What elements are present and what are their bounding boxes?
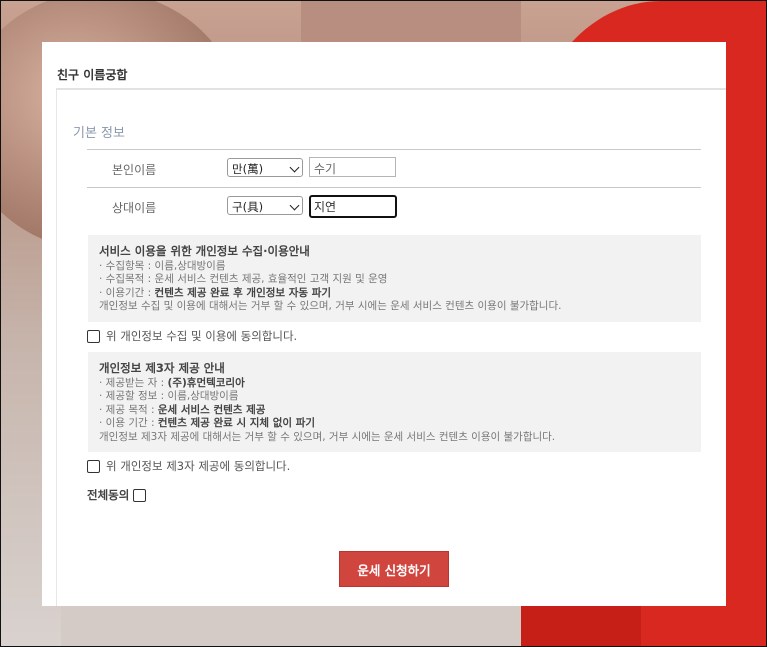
- agree-all-checkbox[interactable]: [133, 488, 147, 502]
- privacy-collection-refusal-notice: 개인정보 수집 및 이용에 대해서는 거부 할 수 있으며, 거부 시에는 운세…: [99, 300, 562, 312]
- third-party-info-line: · 제공할 정보 : 이름,상대방이름: [99, 390, 690, 404]
- privacy-purpose-value: 운세 서비스 컨텐츠 제공, 효율적인 고객 지원 및 운영: [154, 273, 388, 285]
- third-party-agree-row[interactable]: 위 개인정보 제3자 제공에 동의합니다.: [87, 458, 290, 474]
- privacy-purpose-label: · 수집목적 :: [99, 273, 155, 285]
- submit-fortune-button[interactable]: 운세 신청하기: [339, 551, 449, 587]
- privacy-period-label: · 이용기간 :: [99, 286, 155, 299]
- third-party-recipient-line: · 제공받는 자 : (주)휴먼텍코리아: [99, 377, 690, 391]
- self-surname-select[interactable]: 만(萬): [227, 158, 303, 177]
- third-party-recipient-label: · 제공받는 자 :: [99, 376, 168, 389]
- third-party-period-label: · 이용 기간 :: [99, 417, 158, 429]
- third-party-agree-label: 위 개인정보 제3자 제공에 동의합니다.: [106, 459, 291, 473]
- third-party-info-value: 이름,상대방이름: [167, 390, 239, 402]
- chevron-down-icon: [289, 162, 300, 173]
- partner-given-name-input[interactable]: 지연: [309, 195, 397, 218]
- privacy-collection-agree-checkbox[interactable]: [87, 329, 100, 343]
- background-frame: 친구 이름궁합 기본 정보 본인이름 만(萬) 수기 상대이름 구(具) 지연 …: [0, 0, 767, 647]
- chevron-down-icon: [289, 200, 300, 211]
- divider: [87, 149, 701, 150]
- third-party-refusal-notice: 개인정보 제3자 제공에 대해서는 거부 할 수 있으며, 거부 시에는 운세 …: [99, 430, 556, 443]
- third-party-period-value: 컨텐츠 제공 완료 시 지체 없이 파기: [157, 417, 316, 429]
- self-surname-value: 만(萬): [232, 162, 264, 176]
- self-name-label: 본인이름: [112, 163, 157, 177]
- name-compatibility-panel: 친구 이름궁합 기본 정보 본인이름 만(萬) 수기 상대이름 구(具) 지연 …: [42, 42, 726, 606]
- third-party-notice: 개인정보 제3자 제공 안내 · 제공받는 자 : (주)휴먼텍코리아 · 제공…: [88, 352, 701, 452]
- privacy-period-value: 컨텐츠 제공 완료 후 개인정보 자동 파기: [154, 286, 332, 299]
- third-party-period-line: · 이용 기간 : 컨텐츠 제공 완료 시 지체 없이 파기: [99, 417, 690, 431]
- divider: [87, 187, 701, 188]
- third-party-agree-checkbox[interactable]: [87, 459, 100, 473]
- section-title-basic-info: 기본 정보: [73, 126, 125, 141]
- privacy-item-value: 이름,상대방이름: [154, 259, 226, 272]
- third-party-recipient-value: (주)휴먼텍코리아: [167, 376, 245, 389]
- third-party-heading: 개인정보 제3자 제공 안내: [99, 361, 225, 375]
- privacy-period-line: · 이용기간 : 컨텐츠 제공 완료 후 개인정보 자동 파기: [99, 287, 690, 301]
- third-party-purpose-value: 운세 서비스 컨텐츠 제공: [157, 403, 266, 416]
- privacy-purpose-line: · 수집목적 : 운세 서비스 컨텐츠 제공, 효율적인 고객 지원 및 운영: [99, 273, 690, 287]
- privacy-collection-agree-row[interactable]: 위 개인정보 수집 및 이용에 동의합니다.: [87, 328, 297, 344]
- privacy-collection-heading: 서비스 이용을 위한 개인정보 수집·이용안내: [99, 244, 310, 258]
- privacy-item-line: · 수집항목 : 이름,상대방이름: [99, 260, 690, 274]
- partner-name-label: 상대이름: [112, 201, 157, 215]
- partner-surname-select[interactable]: 구(具): [227, 196, 303, 215]
- third-party-info-label: · 제공할 정보 :: [99, 390, 168, 402]
- agree-all-label: 전체동의: [87, 488, 130, 502]
- agree-all-row[interactable]: 전체동의: [87, 487, 147, 503]
- privacy-collection-agree-label: 위 개인정보 수집 및 이용에 동의합니다.: [106, 329, 298, 343]
- partner-surname-value: 구(具): [232, 200, 264, 214]
- panel-title: 친구 이름궁합: [57, 68, 128, 82]
- self-given-name-input[interactable]: 수기: [309, 157, 396, 177]
- privacy-item-label: · 수집항목 :: [99, 259, 155, 272]
- privacy-collection-notice: 서비스 이용을 위한 개인정보 수집·이용안내 · 수집항목 : 이름,상대방이…: [88, 235, 701, 322]
- third-party-purpose-line: · 제공 목적 : 운세 서비스 컨텐츠 제공: [99, 404, 690, 418]
- third-party-purpose-label: · 제공 목적 :: [99, 403, 158, 416]
